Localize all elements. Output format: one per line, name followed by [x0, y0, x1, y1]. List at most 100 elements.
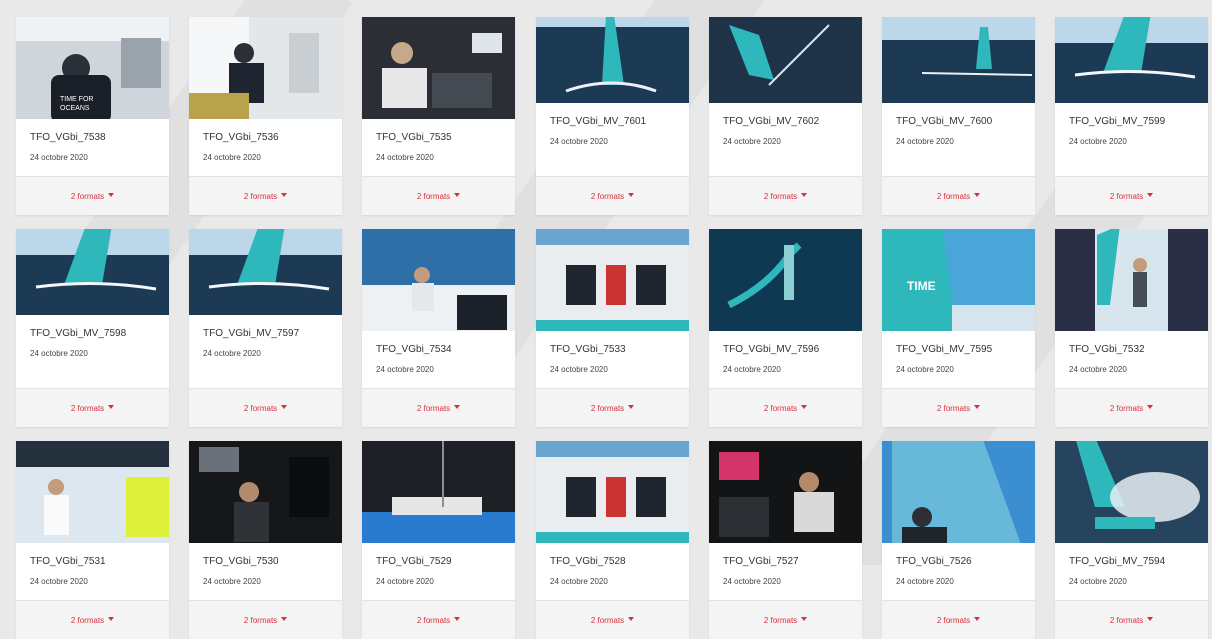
photo-card[interactable]: TIME FOR OCEANS TFO_VGbi_7538 24 octobre 20…: [16, 17, 169, 215]
formats-dropdown-button[interactable]: 2 formats: [709, 388, 862, 427]
photo-title: TFO_VGbi_MV_7601: [550, 116, 647, 127]
photo-card[interactable]: TFO_VGbi_7534 24 octobre 2020 2 formats: [362, 229, 515, 427]
photo-thumbnail[interactable]: TIME: [882, 229, 1035, 331]
photo-card[interactable]: TFO_VGbi_MV_7602 24 octobre 2020 2 formats: [709, 17, 862, 215]
photo-date: 24 octobre 2020: [203, 153, 261, 162]
caret-down-icon: [454, 193, 461, 197]
photo-thumbnail[interactable]: [882, 441, 1035, 543]
formats-dropdown-button[interactable]: 2 formats: [16, 600, 169, 639]
formats-dropdown-button[interactable]: 2 formats: [536, 176, 689, 215]
photo-card[interactable]: TFO_VGbi_7535 24 octobre 2020 2 formats: [362, 17, 515, 215]
photo-card[interactable]: TFO_VGbi_MV_7594 24 octobre 2020 2 formats: [1055, 441, 1208, 639]
photo-thumbnail[interactable]: [882, 17, 1035, 103]
svg-text:TIME FOR: TIME FOR: [60, 96, 93, 103]
photo-meta: TFO_VGbi_MV_7597 24 octobre 2020: [203, 328, 336, 358]
photo-date: 24 octobre 2020: [723, 577, 781, 586]
photo-thumbnail[interactable]: [709, 17, 862, 103]
formats-dropdown-button[interactable]: 2 formats: [362, 600, 515, 639]
formats-dropdown-button[interactable]: 2 formats: [709, 176, 862, 215]
photo-thumbnail-image: [189, 17, 342, 119]
formats-label: 2 formats: [1109, 615, 1144, 625]
photo-card[interactable]: TFO_VGbi_7526 24 octobre 2020 2 formats: [882, 441, 1035, 639]
formats-dropdown-button[interactable]: 2 formats: [536, 600, 689, 639]
formats-dropdown-button[interactable]: 2 formats: [189, 176, 342, 215]
formats-dropdown-button[interactable]: 2 formats: [16, 176, 169, 215]
svg-text:TIME: TIME: [907, 279, 936, 293]
photo-card[interactable]: TFO_VGbi_MV_7596 24 octobre 2020 2 formats: [709, 229, 862, 427]
formats-dropdown-button[interactable]: 2 formats: [882, 600, 1035, 639]
formats-label: 2 formats: [243, 403, 278, 413]
formats-label: 2 formats: [70, 615, 105, 625]
photo-meta: TFO_VGbi_MV_7599 24 octobre 2020: [1069, 116, 1202, 146]
formats-label: 2 formats: [1109, 403, 1144, 413]
photo-title: TFO_VGbi_MV_7595: [896, 344, 993, 355]
photo-thumbnail[interactable]: [536, 229, 689, 331]
photo-thumbnail[interactable]: [362, 17, 515, 119]
formats-dropdown-button[interactable]: 2 formats: [16, 388, 169, 427]
formats-dropdown-button[interactable]: 2 formats: [189, 388, 342, 427]
photo-thumbnail[interactable]: [709, 441, 862, 543]
photo-title: TFO_VGbi_7528: [550, 556, 626, 567]
photo-thumbnail-image: [882, 441, 1035, 543]
photo-thumbnail-image: [189, 229, 342, 315]
photo-thumbnail[interactable]: [1055, 229, 1208, 331]
photo-card[interactable]: TFO_VGbi_7528 24 octobre 2020 2 formats: [536, 441, 689, 639]
photo-card[interactable]: TFO_VGbi_MV_7599 24 octobre 2020 2 formats: [1055, 17, 1208, 215]
caret-down-icon: [281, 193, 288, 197]
photo-card[interactable]: TIME TFO_VGbi_MV_7595 24 octobre 2020 2 for…: [882, 229, 1035, 427]
formats-dropdown-button[interactable]: 2 formats: [536, 388, 689, 427]
photo-thumbnail[interactable]: TIME FOR OCEANS: [16, 17, 169, 119]
photo-thumbnail-image: [709, 229, 862, 331]
photo-card[interactable]: TFO_VGbi_MV_7597 24 octobre 2020 2 formats: [189, 229, 342, 427]
photo-thumbnail-image: [709, 17, 862, 103]
formats-dropdown-button[interactable]: 2 formats: [362, 176, 515, 215]
photo-thumbnail[interactable]: [1055, 441, 1208, 543]
photo-card[interactable]: TFO_VGbi_7529 24 octobre 2020 2 formats: [362, 441, 515, 639]
photo-thumbnail[interactable]: [189, 229, 342, 315]
photo-thumbnail[interactable]: [709, 229, 862, 331]
formats-dropdown-button[interactable]: 2 formats: [362, 388, 515, 427]
photo-date: 24 octobre 2020: [376, 153, 434, 162]
photo-thumbnail-image: [709, 441, 862, 543]
formats-dropdown-button[interactable]: 2 formats: [882, 176, 1035, 215]
photo-date: 24 octobre 2020: [896, 137, 954, 146]
photo-thumbnail[interactable]: [189, 17, 342, 119]
formats-dropdown-button[interactable]: 2 formats: [882, 388, 1035, 427]
photo-thumbnail-image: TIME: [882, 229, 1035, 331]
photo-card[interactable]: TFO_VGbi_MV_7601 24 octobre 2020 2 formats: [536, 17, 689, 215]
photo-title: TFO_VGbi_MV_7602: [723, 116, 820, 127]
photo-title: TFO_VGbi_7538: [30, 132, 106, 143]
photo-thumbnail[interactable]: [362, 441, 515, 543]
photo-thumbnail[interactable]: [1055, 17, 1208, 103]
photo-card[interactable]: TFO_VGbi_7533 24 octobre 2020 2 formats: [536, 229, 689, 427]
photo-thumbnail[interactable]: [189, 441, 342, 543]
photo-card[interactable]: TFO_VGbi_7532 24 octobre 2020 2 formats: [1055, 229, 1208, 427]
photo-title: TFO_VGbi_MV_7597: [203, 328, 300, 339]
photo-thumbnail[interactable]: [536, 17, 689, 103]
photo-title: TFO_VGbi_MV_7596: [723, 344, 820, 355]
photo-card[interactable]: TFO_VGbi_MV_7598 24 octobre 2020 2 formats: [16, 229, 169, 427]
photo-thumbnail[interactable]: [362, 229, 515, 331]
formats-dropdown-button[interactable]: 2 formats: [1055, 600, 1208, 639]
formats-dropdown-button[interactable]: 2 formats: [189, 600, 342, 639]
photo-thumbnail-image: [16, 441, 169, 543]
photo-card[interactable]: TFO_VGbi_7531 24 octobre 2020 2 formats: [16, 441, 169, 639]
photo-thumbnail[interactable]: [16, 229, 169, 315]
photo-date: 24 octobre 2020: [203, 349, 261, 358]
photo-thumbnail[interactable]: [16, 441, 169, 543]
photo-title: TFO_VGbi_MV_7599: [1069, 116, 1166, 127]
photo-meta: TFO_VGbi_MV_7600 24 octobre 2020: [896, 116, 1029, 146]
photo-meta: TFO_VGbi_MV_7596 24 octobre 2020: [723, 344, 856, 374]
photo-meta: TFO_VGbi_MV_7601 24 octobre 2020: [550, 116, 683, 146]
photo-thumbnail[interactable]: [536, 441, 689, 543]
photo-card[interactable]: TFO_VGbi_7536 24 octobre 2020 2 formats: [189, 17, 342, 215]
photo-meta: TFO_VGbi_7531 24 octobre 2020: [30, 556, 163, 586]
photo-card[interactable]: TFO_VGbi_MV_7600 24 octobre 2020 2 formats: [882, 17, 1035, 215]
formats-dropdown-button[interactable]: 2 formats: [1055, 176, 1208, 215]
photo-meta: TFO_VGbi_7530 24 octobre 2020: [203, 556, 336, 586]
formats-dropdown-button[interactable]: 2 formats: [1055, 388, 1208, 427]
formats-dropdown-button[interactable]: 2 formats: [709, 600, 862, 639]
photo-card[interactable]: TFO_VGbi_7527 24 octobre 2020 2 formats: [709, 441, 862, 639]
photo-card[interactable]: TFO_VGbi_7530 24 octobre 2020 2 formats: [189, 441, 342, 639]
photo-date: 24 octobre 2020: [550, 365, 608, 374]
